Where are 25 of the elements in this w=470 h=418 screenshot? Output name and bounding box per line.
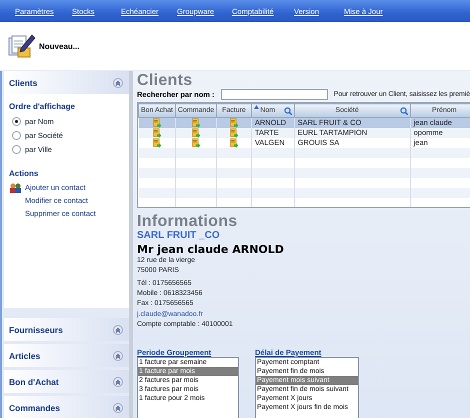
search-field[interactable] [220,88,328,100]
new-button[interactable]: Nouveau... [6,32,82,60]
collapse-chevron-icon [113,350,123,360]
company-name: SARL FRUIT _CO [137,230,221,241]
radio-button[interactable] [12,116,21,126]
section-header[interactable]: Bon d'Achat [4,370,129,393]
section-title: Informations [137,212,238,230]
group-title: Actions [9,169,40,178]
section-header[interactable]: Commandes [4,396,129,418]
collapse-chevron-icon [113,376,123,386]
group-title: Ordre d'affichage [9,102,76,111]
section-header[interactable]: Clients [4,71,129,94]
section-header[interactable]: Fournisseurs [4,318,129,341]
search-icon [400,106,408,115]
collapse-chevron-icon [113,78,123,88]
search-icon [284,106,292,115]
collapse-chevron-icon [113,402,123,412]
collapse-chevron-icon [113,324,123,334]
radio-button[interactable] [12,144,21,154]
notepad-pen-icon [8,34,36,58]
contact-name: Mr jean claude ARNOLD [137,242,285,256]
section-header[interactable]: Articles [4,344,129,367]
page-title: Clients [137,73,194,88]
people-icon [9,182,21,193]
radio-button[interactable] [12,130,21,140]
